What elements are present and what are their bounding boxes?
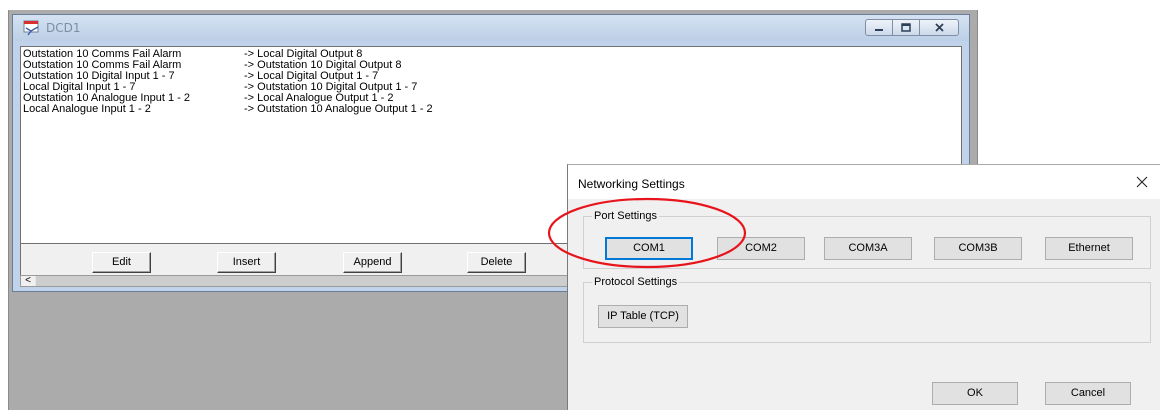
delete-button[interactable]: Delete bbox=[467, 252, 526, 273]
insert-button[interactable]: Insert bbox=[217, 252, 276, 273]
ip-table-button[interactable]: IP Table (TCP) bbox=[598, 305, 688, 328]
dialog-titlebar[interactable]: Networking Settings bbox=[568, 165, 1160, 199]
com1-button[interactable]: COM1 bbox=[605, 237, 693, 260]
application-icon bbox=[23, 20, 39, 36]
mapping-row[interactable]: Outstation 10 Analogue Input 1 - 2 -> Lo… bbox=[21, 93, 961, 104]
close-icon[interactable] bbox=[1128, 169, 1156, 195]
com3b-button[interactable]: COM3B bbox=[934, 237, 1022, 260]
com2-button[interactable]: COM2 bbox=[717, 237, 805, 260]
networking-settings-dialog: Networking Settings Port Settings COM1 C… bbox=[567, 164, 1160, 410]
append-button[interactable]: Append bbox=[343, 252, 402, 273]
com3a-button[interactable]: COM3A bbox=[824, 237, 912, 260]
scroll-left-icon[interactable]: < bbox=[21, 276, 35, 286]
protocol-settings-legend: Protocol Settings bbox=[592, 275, 680, 289]
dialog-title: Networking Settings bbox=[578, 177, 685, 191]
window-title: DCD1 bbox=[46, 21, 81, 35]
dcd1-titlebar[interactable]: DCD1 bbox=[13, 15, 969, 41]
caption-buttons bbox=[865, 19, 959, 36]
ethernet-button[interactable]: Ethernet bbox=[1045, 237, 1133, 260]
protocol-settings-group: Protocol Settings IP Table (TCP) bbox=[583, 275, 1151, 343]
port-settings-group: Port Settings COM1 COM2 COM3A COM3B Ethe… bbox=[583, 209, 1151, 269]
scroll-thumb[interactable] bbox=[36, 276, 576, 286]
mapping-destination: -> Outstation 10 Analogue Output 1 - 2 bbox=[244, 103, 433, 115]
ok-button[interactable]: OK bbox=[932, 382, 1018, 405]
mapping-source: Local Analogue Input 1 - 2 bbox=[23, 103, 151, 115]
mapping-row[interactable]: Local Analogue Input 1 - 2 -> Outstation… bbox=[21, 104, 961, 115]
mapping-row[interactable]: Outstation 10 Digital Input 1 - 7 -> Loc… bbox=[21, 71, 961, 82]
maximize-icon[interactable] bbox=[892, 19, 920, 36]
minimize-icon[interactable] bbox=[865, 19, 893, 36]
cancel-button[interactable]: Cancel bbox=[1045, 382, 1131, 405]
port-settings-legend: Port Settings bbox=[592, 209, 659, 223]
close-icon[interactable] bbox=[919, 19, 959, 36]
edit-button[interactable]: Edit bbox=[92, 252, 151, 273]
